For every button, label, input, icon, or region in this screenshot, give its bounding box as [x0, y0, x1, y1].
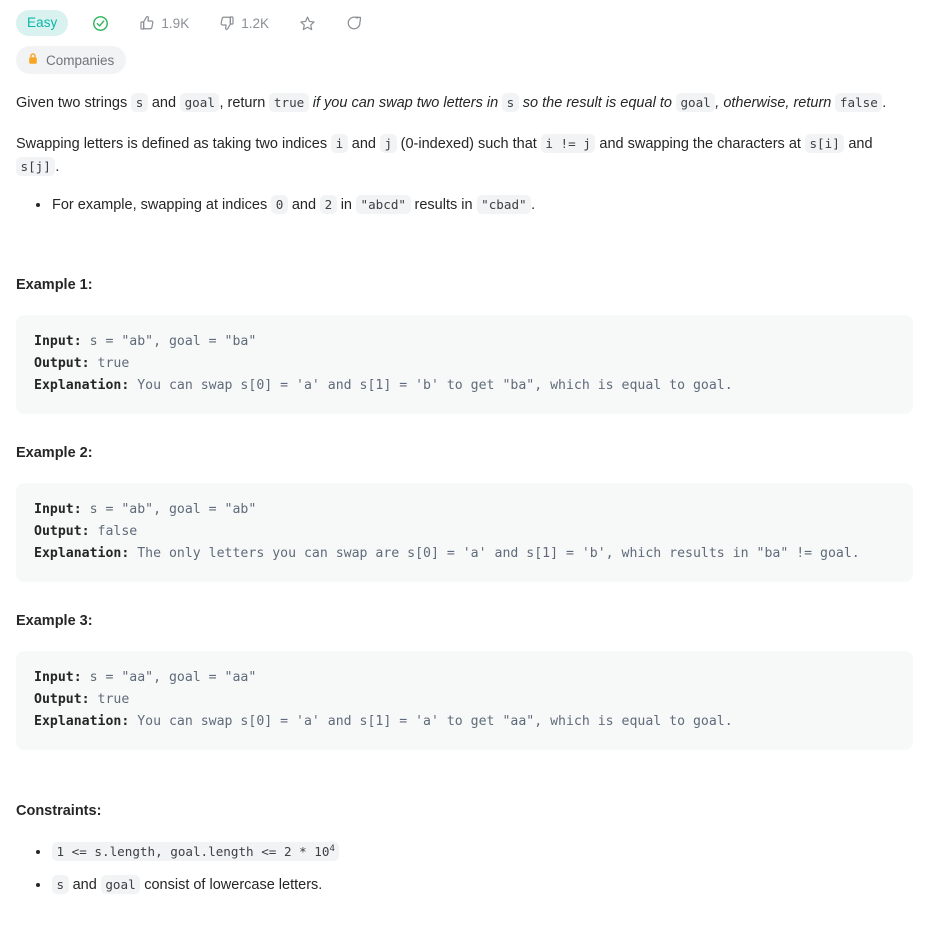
problem-content: Given two strings s and goal, return tru… — [16, 92, 913, 897]
desc-text: . — [882, 95, 887, 111]
inline-code-j: j — [380, 134, 397, 154]
example-explanation-value: The only letters you can swap are s[0] =… — [129, 546, 860, 562]
desc-emphasis: so the result is equal to — [518, 95, 676, 111]
desc-text: and — [287, 197, 321, 214]
desc-text: and — [844, 136, 873, 153]
companies-tag-button[interactable]: Companies — [16, 46, 127, 74]
inline-code-true: true — [269, 93, 309, 112]
example-output-label: Output: — [34, 692, 90, 708]
constraint-code-exponent: 4 — [329, 843, 335, 854]
example-input-label: Input: — [34, 502, 82, 518]
desc-text: Given two strings — [16, 95, 132, 111]
constraints-list: 1 <= s.length, goal.length <= 2 * 104 s … — [16, 841, 913, 897]
example-explanation-label: Explanation: — [34, 714, 130, 730]
problem-meta-row: Easy 1.9K 1.2K — [16, 6, 913, 40]
inline-code-i: i — [331, 134, 348, 154]
favorite-button[interactable] — [291, 8, 324, 38]
difficulty-badge[interactable]: Easy — [16, 10, 69, 36]
thumbs-up-icon — [139, 15, 155, 31]
inline-code-s: s — [52, 875, 69, 895]
solved-status-button[interactable] — [84, 8, 117, 38]
inline-code-s: s — [131, 93, 148, 112]
star-icon — [299, 15, 316, 32]
example-output-label: Output: — [34, 524, 90, 540]
dislike-count: 1.2K — [241, 15, 269, 31]
inline-code-goal: goal — [675, 93, 716, 112]
inline-code-length-constraint: 1 <= s.length, goal.length <= 2 * 104 — [52, 842, 340, 862]
desc-text: . — [55, 158, 60, 175]
example-explanation-label: Explanation: — [34, 378, 130, 394]
example-block-1: Example 1: Input: s = "ab", goal = "ba" … — [16, 274, 913, 414]
example-code-block: Input: s = "ab", goal = "ba" Output: tru… — [16, 315, 913, 414]
desc-text: and — [147, 95, 181, 111]
desc-text: Swapping letters is defined as taking tw… — [16, 136, 332, 153]
example-block-2: Example 2: Input: s = "ab", goal = "ab" … — [16, 442, 913, 582]
thumbs-down-icon — [219, 15, 235, 31]
inline-code-goal: goal — [180, 93, 220, 112]
desc-text: consist of lowercase letters. — [140, 877, 323, 894]
description-paragraph-2: Swapping letters is defined as taking tw… — [16, 133, 913, 178]
desc-text: For example, swapping at indices — [52, 197, 272, 214]
example-title: Example 1: — [16, 276, 93, 293]
example-title: Example 3: — [16, 612, 93, 629]
desc-text: and — [347, 136, 380, 153]
inline-code-0: 0 — [271, 195, 288, 215]
example-output-value: false — [89, 524, 138, 540]
topic-tag-row: Companies — [16, 44, 913, 76]
inline-code-s: s — [502, 93, 519, 112]
example-input-label: Input: — [34, 670, 82, 686]
check-circle-icon — [92, 15, 109, 32]
example-input-value: s = "ab", goal = "ab" — [81, 502, 257, 518]
inline-code-i-ne-j: i != j — [540, 134, 596, 154]
example-input-label: Input: — [34, 334, 82, 350]
share-button[interactable] — [338, 8, 371, 38]
list-item: For example, swapping at indices 0 and 2… — [36, 194, 913, 217]
inline-code-cbad: "cbad" — [476, 195, 532, 215]
example-block-3: Example 3: Input: s = "aa", goal = "aa" … — [16, 610, 913, 750]
desc-emphasis: , otherwise, return — [715, 95, 836, 111]
example-title: Example 2: — [16, 444, 93, 461]
desc-text: results in — [410, 197, 477, 214]
lock-icon — [27, 52, 39, 68]
inline-code-abcd: "abcd" — [356, 195, 411, 215]
desc-text: and — [68, 877, 101, 894]
desc-text: , return — [219, 95, 270, 111]
constraints-title: Constraints: — [16, 802, 102, 819]
example-output-value: true — [89, 692, 130, 708]
like-button[interactable]: 1.9K — [131, 8, 197, 38]
companies-tag-label: Companies — [46, 52, 115, 68]
like-count: 1.9K — [161, 15, 190, 31]
desc-text: (0-indexed) such that — [396, 136, 541, 153]
list-item: 1 <= s.length, goal.length <= 2 * 104 — [36, 841, 913, 864]
desc-text: in — [336, 197, 357, 214]
dislike-button[interactable]: 1.2K — [211, 8, 277, 38]
example-explanation-label: Explanation: — [34, 546, 130, 562]
list-item: s and goal consist of lowercase letters. — [36, 874, 913, 897]
example-input-value: s = "ab", goal = "ba" — [81, 334, 257, 350]
desc-text: . — [531, 197, 536, 214]
example-input-value: s = "aa", goal = "aa" — [81, 670, 257, 686]
inline-code-si: s[i] — [804, 134, 845, 154]
inline-code-false: false — [835, 93, 883, 112]
desc-text: and swapping the characters at — [595, 136, 805, 153]
example-output-label: Output: — [34, 356, 90, 372]
inline-code-2: 2 — [320, 195, 337, 215]
inline-code-goal: goal — [100, 875, 141, 895]
problem-description-panel: Easy 1.9K 1.2K Companies Given two strin… — [0, 0, 929, 925]
example-code-block: Input: s = "aa", goal = "aa" Output: tru… — [16, 651, 913, 750]
share-icon — [346, 15, 363, 32]
description-bullet-list: For example, swapping at indices 0 and 2… — [16, 194, 913, 217]
desc-emphasis: if you can swap two letters in — [308, 95, 503, 111]
inline-code-sj: s[j] — [16, 156, 56, 176]
example-code-block: Input: s = "ab", goal = "ab" Output: fal… — [16, 483, 913, 582]
example-explanation-value: You can swap s[0] = 'a' and s[1] = 'a' t… — [129, 714, 733, 730]
example-output-value: true — [89, 356, 130, 372]
description-paragraph-1: Given two strings s and goal, return tru… — [16, 92, 913, 114]
example-explanation-value: You can swap s[0] = 'a' and s[1] = 'b' t… — [129, 378, 733, 394]
constraint-code-main: 1 <= s.length, goal.length <= 2 * 10 — [56, 844, 330, 860]
